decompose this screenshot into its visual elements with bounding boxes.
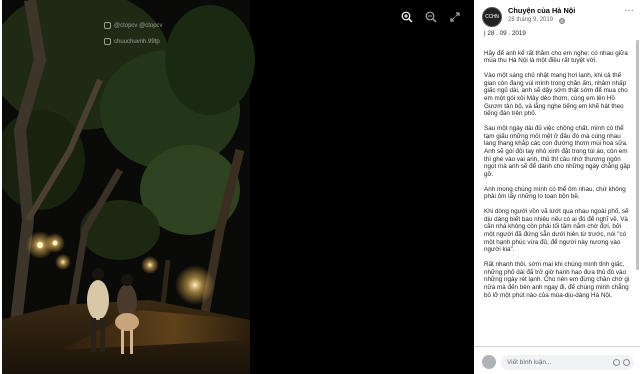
- comment-input[interactable]: Viết bình luận...: [501, 354, 634, 370]
- post-paragraph: Vào một sáng chủ nhật mang hơi lạnh, khi…: [484, 72, 628, 118]
- post-paragraph: Rất nhanh thôi, sớm mai khi chúng mình t…: [484, 261, 630, 299]
- watermark-facebook: chuuchuvnh.99tp: [104, 38, 160, 45]
- page-name[interactable]: Chuyện của Hà Nội: [508, 6, 624, 16]
- watermark-instagram: @ctopcv @ctopcv: [104, 22, 163, 29]
- globe-icon: [558, 17, 565, 24]
- post-panel: CCHN Chuyện của Hà Nội 28 tháng 9, 2019 …: [474, 0, 640, 374]
- instagram-icon: [104, 22, 111, 29]
- night-street-photo: [0, 0, 474, 374]
- post-body: | 28 . 09 . 2019 Hãy để anh kể rất thầm …: [474, 30, 640, 338]
- post-paragraph: | 28 . 09 . 2019: [484, 30, 526, 37]
- comment-divider: [474, 346, 640, 347]
- camera-icon[interactable]: [623, 358, 630, 366]
- comment-tools: [613, 358, 634, 366]
- post-header-info: Chuyện của Hà Nội 28 tháng 9, 2019 ·: [508, 6, 624, 25]
- photo-edge-strip: [0, 0, 2, 374]
- post-meta: 28 tháng 9, 2019 ·: [508, 16, 624, 25]
- post-paragraph: Sau một ngày dài đủ việc chồng chất, mìn…: [484, 125, 631, 178]
- comment-bar: Viết bình luận...: [482, 354, 634, 370]
- facebook-icon: [104, 38, 111, 45]
- zoom-out-icon[interactable]: [420, 8, 442, 26]
- more-options-button[interactable]: ···: [624, 6, 634, 16]
- zoom-in-icon[interactable]: [396, 8, 418, 26]
- post-date[interactable]: 28 tháng 9, 2019 ·: [508, 16, 557, 25]
- post-paragraph: Anh mong chúng mình có thể ôm nhau, chứ …: [484, 185, 626, 201]
- emoji-icon[interactable]: [613, 358, 620, 366]
- post-scrollbar[interactable]: [636, 40, 639, 270]
- viewer-toolbar: [396, 8, 466, 26]
- post-paragraph: Khi dòng người vồn vã lướt qua nhau ngoà…: [484, 208, 629, 254]
- post-paragraph: Hãy để anh kể rất thầm cho em nghe: có n…: [484, 49, 628, 65]
- page-avatar[interactable]: CCHN: [482, 7, 502, 27]
- user-avatar: [482, 355, 496, 369]
- photo-viewer: @ctopcv @ctopcv chuuchuvnh.99tp: [0, 0, 474, 374]
- fullscreen-icon[interactable]: [444, 8, 466, 26]
- post-header: CCHN Chuyện của Hà Nội 28 tháng 9, 2019 …: [474, 0, 640, 30]
